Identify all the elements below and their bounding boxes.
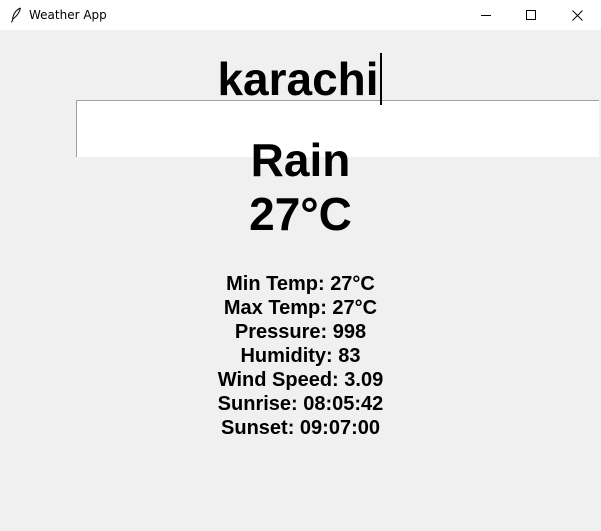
wind-speed: Wind Speed: 3.09 <box>217 369 384 391</box>
city-search-field[interactable]: karachi <box>38 50 599 157</box>
pressure: Pressure: 998 <box>234 321 367 343</box>
sunset: Sunset: 09:07:00 <box>221 417 380 439</box>
city-input-value: karachi <box>217 52 379 105</box>
app-window: Weather App karachi Rain 27°C Min Temp: … <box>0 0 601 531</box>
text-caret <box>379 52 382 105</box>
min-temp: Min Temp: 27°C <box>226 273 375 295</box>
minimize-button[interactable] <box>463 0 509 30</box>
close-icon <box>571 9 583 21</box>
weather-details: Min Temp: 27°C Max Temp: 27°C Pressure: … <box>0 272 601 440</box>
minimize-icon <box>481 10 491 20</box>
weather-condition: Rain <box>250 134 351 186</box>
close-button[interactable] <box>554 0 600 30</box>
humidity: Humidity: 83 <box>240 345 361 367</box>
feather-icon <box>10 7 22 23</box>
current-temperature: 27°C <box>249 188 352 240</box>
sunrise: Sunrise: 08:05:42 <box>217 393 384 415</box>
maximize-button[interactable] <box>508 0 554 30</box>
city-input-text: karachi <box>38 50 561 107</box>
title-bar[interactable]: Weather App <box>0 0 601 30</box>
max-temp: Max Temp: 27°C <box>223 297 378 319</box>
maximize-icon <box>526 10 536 20</box>
window-title: Weather App <box>29 8 107 22</box>
